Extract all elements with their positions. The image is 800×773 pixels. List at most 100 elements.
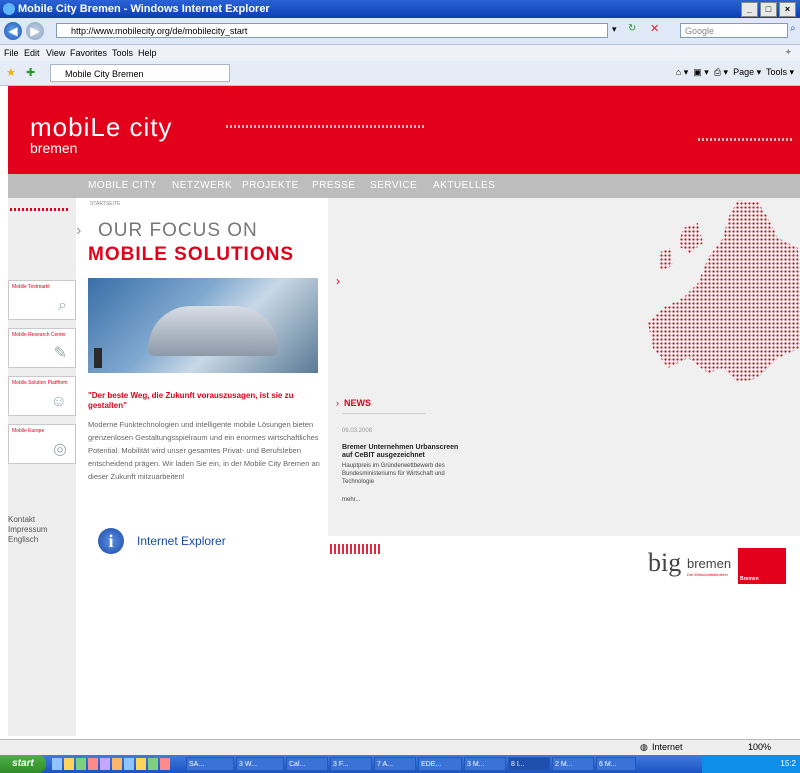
link-kontakt[interactable]: Kontakt: [8, 515, 35, 524]
refresh-icon[interactable]: ↻: [628, 23, 636, 34]
sidebar-item-label: Mobile Europe: [12, 428, 45, 434]
menu-file[interactable]: File: [4, 48, 19, 58]
menu-tools[interactable]: Tools: [112, 48, 133, 58]
nav-mobile-city[interactable]: MOBILE CITY: [88, 180, 157, 191]
home-icon[interactable]: ⌂ ▾: [676, 67, 688, 77]
window-title: Mobile City Bremen - Windows Internet Ex…: [18, 3, 270, 15]
breadcrumb[interactable]: STARTSEITE: [90, 201, 120, 207]
page-menu[interactable]: Page: [733, 67, 754, 77]
quote: "Der beste Weg, die Zukunft vorauszusage…: [88, 391, 294, 410]
zone-label: Internet: [652, 742, 683, 752]
zoom-level[interactable]: 100%: [748, 742, 771, 752]
link-impressum[interactable]: Impressum: [8, 525, 48, 534]
nav-service[interactable]: SERVICE: [370, 180, 417, 191]
headline-1: OUR FOCUS ON: [98, 220, 258, 241]
add-favorites-icon[interactable]: ✚: [26, 66, 35, 79]
nav-presse[interactable]: PRESSE: [312, 180, 356, 191]
taskbar-item[interactable]: 3 W...: [236, 757, 284, 771]
menu-edit[interactable]: Edit: [24, 48, 40, 58]
tools-menu[interactable]: Tools: [766, 67, 787, 77]
magnifier-icon: ⌕: [58, 297, 67, 314]
sidebar-item-label: Mobile Solution Plattform: [12, 380, 68, 386]
headline-2: MOBILE SOLUTIONS: [88, 244, 294, 265]
taskbar-item[interactable]: 3 F...: [330, 757, 372, 771]
big-sub: Die Wirtschaftsförderer: [687, 572, 728, 577]
banner-dots: [226, 125, 426, 128]
news-title[interactable]: Bremer Unternehmen Urbanscreen auf CeBIT…: [342, 444, 467, 460]
taskbar-item[interactable]: SA...: [186, 757, 234, 771]
globe-icon: ◍: [640, 742, 648, 752]
tab-mobile-city[interactable]: Mobile City Bremen: [50, 64, 230, 82]
nav-netzwerk[interactable]: NETZWERK: [172, 180, 232, 191]
back-button[interactable]: ◀: [4, 22, 22, 40]
stop-icon[interactable]: ✕: [650, 22, 659, 35]
link-englisch[interactable]: Englisch: [8, 535, 38, 544]
tab-bar: ★ ✚ Mobile City Bremen ⌂ ▾ ▣ ▾ ⎙ ▾ Page …: [0, 61, 800, 86]
start-button[interactable]: start: [0, 755, 46, 773]
taskbar-item[interactable]: 3 M...: [464, 757, 506, 771]
news-date: 06.03.2008: [342, 428, 373, 434]
site-banner: mobiLe city bremen: [8, 86, 800, 174]
chevron-right-icon: ›: [76, 222, 82, 239]
taskbar-item[interactable]: 7 A...: [374, 757, 416, 771]
sidebar-item-label: Mobile Testmarkt: [12, 284, 50, 290]
minimize-button[interactable]: _: [741, 2, 758, 17]
ie-link[interactable]: Internet Explorer: [137, 534, 226, 548]
window-titlebar: Mobile City Bremen - Windows Internet Ex…: [0, 0, 800, 18]
ie-icon: [3, 3, 15, 15]
extension-icon[interactable]: ✦: [784, 47, 792, 58]
taskbar-item[interactable]: 8 I...: [508, 757, 550, 771]
taskbar-item[interactable]: Cal...: [286, 757, 328, 771]
print-icon[interactable]: ⎙ ▾: [714, 67, 728, 77]
taskbar-item[interactable]: EDE...: [418, 757, 462, 771]
taskbar-item[interactable]: 2 M...: [552, 757, 594, 771]
europe-map-icon: [648, 200, 800, 383]
search-icon[interactable]: ⌕: [790, 23, 796, 34]
news-heading: NEWS: [344, 398, 371, 408]
banner-dots-right: [698, 138, 794, 141]
feeds-icon[interactable]: ▣ ▾: [693, 67, 709, 77]
main-content: STARTSEITE › OUR FOCUS ON MOBILE SOLUTIO…: [76, 198, 328, 736]
chevron-right-icon: ›: [336, 274, 340, 288]
news-more-link[interactable]: mehr...: [342, 497, 360, 503]
maximize-button[interactable]: □: [760, 2, 777, 17]
nav-projekte[interactable]: PROJEKTE: [242, 180, 299, 191]
clock[interactable]: 15:2: [780, 759, 796, 768]
menu-help[interactable]: Help: [138, 48, 157, 58]
taskbar-item[interactable]: 6 M...: [596, 757, 636, 771]
map-panel: › › NEWS 06.03.2008 Bremer Unternehmen U…: [328, 198, 800, 536]
big-logo-2[interactable]: bremen: [687, 556, 731, 571]
address-input[interactable]: http://www.mobilecity.org/de/mobilecity_…: [56, 23, 608, 38]
system-tray: 15:2: [702, 755, 800, 773]
bremen-badge[interactable]: Bremen: [738, 548, 786, 584]
forward-button[interactable]: ▶: [26, 22, 44, 40]
sidebar-item-testmarkt[interactable]: Mobile Testmarkt ⌕: [8, 280, 76, 320]
info-icon[interactable]: i: [98, 528, 124, 554]
footer-dots: [330, 544, 382, 554]
sidebar-item-europe[interactable]: Mobile Europe ◎: [8, 424, 76, 464]
left-sidebar: Mobile Testmarkt ⌕ Mobile Research Cente…: [8, 198, 76, 736]
dropdown-arrow-icon[interactable]: ▾: [612, 24, 617, 35]
intro-text: Moderne Funktechnologien und intelligent…: [88, 420, 320, 481]
bremen-badge-label: Bremen: [740, 576, 759, 582]
menu-bar: File Edit View Favorites Tools Help ✦: [0, 45, 800, 61]
site-logo[interactable]: mobiLe city: [30, 112, 173, 143]
nav-aktuelles[interactable]: AKTUELLES: [433, 180, 495, 191]
sidebar-dots: [10, 208, 68, 211]
status-bar: ◍ Internet 100%: [0, 739, 800, 756]
favorites-star-icon[interactable]: ★: [6, 66, 16, 79]
sidebar-item-label: Mobile Research Center: [12, 332, 66, 338]
sidebar-item-research[interactable]: Mobile Research Center ✎: [8, 328, 76, 368]
chevron-right-icon: ›: [336, 398, 339, 408]
globe-icon: ◎: [53, 441, 67, 458]
menu-favorites[interactable]: Favorites: [70, 48, 107, 58]
menu-view[interactable]: View: [46, 48, 65, 58]
close-button[interactable]: ×: [779, 2, 796, 17]
big-logo[interactable]: big: [648, 548, 681, 578]
taskbar: start SA... 3 W... Cal... 3 F... 7 A... …: [0, 755, 800, 773]
news-text: Hauptpreis im Gründerwettbewerb des Bund…: [342, 463, 445, 485]
search-input[interactable]: Google: [680, 23, 788, 38]
sidebar-item-solution[interactable]: Mobile Solution Plattform ☺: [8, 376, 76, 416]
address-toolbar: ◀ ▶ http://www.mobilecity.org/de/mobilec…: [0, 18, 800, 45]
site-logo-sub: bremen: [30, 140, 78, 156]
